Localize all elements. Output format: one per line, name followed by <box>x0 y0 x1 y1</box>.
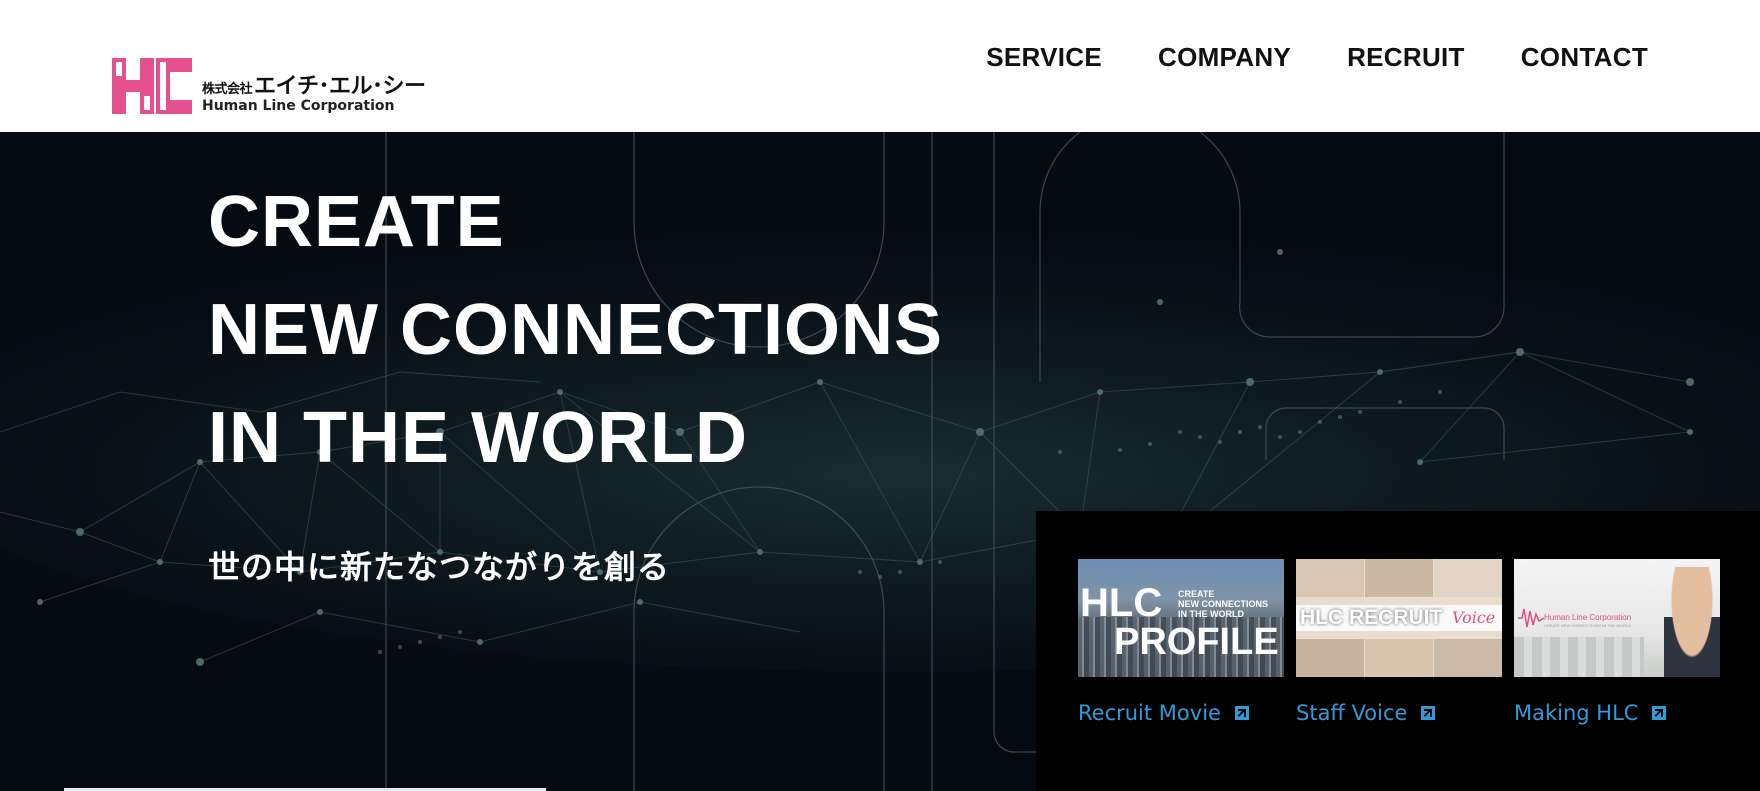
video-thumbnail-recruit-movie[interactable]: HLC CREATE NEW CONNECTIONS IN THE WORLD … <box>1078 559 1284 677</box>
person-photo <box>1664 567 1720 677</box>
logo-japanese-name: 株式会社エイチ･エル･シー <box>202 74 426 99</box>
external-link-icon <box>1234 706 1249 720</box>
thumb-brand-text: Human Line Corporation <box>1544 613 1632 622</box>
video-thumbnail-making-hlc[interactable]: Human Line Corporation CREATE NEW CONNEC… <box>1514 559 1720 677</box>
staff-voice-link[interactable]: Staff Voice <box>1296 701 1502 725</box>
hero-headline-line: CREATE <box>208 182 505 262</box>
external-link-icon <box>1652 706 1667 720</box>
staff-photo <box>1434 639 1502 677</box>
thumb-hlc-recruit-text: HLC RECRUIT <box>1300 606 1443 629</box>
hero-headline-line: IN THE WORLD <box>208 398 748 478</box>
staff-photo <box>1296 559 1364 597</box>
hero-subtitle: 世の中に新たなつながりを創る <box>208 548 671 586</box>
recruit-movie-link[interactable]: Recruit Movie <box>1078 701 1284 725</box>
sound-wave-icon <box>1518 608 1544 628</box>
logo-english-name: Human Line Corporation <box>202 98 395 114</box>
video-thumbnail-staff-voice[interactable]: HLC RECRUIT Voice <box>1296 559 1502 677</box>
main-nav: SERVICE COMPANY RECRUIT CONTACT <box>930 42 1648 73</box>
hero-headline-line: NEW CONNECTIONS <box>208 290 943 370</box>
nav-service[interactable]: SERVICE <box>986 42 1102 73</box>
nav-recruit[interactable]: RECRUIT <box>1347 42 1465 73</box>
external-link-icon <box>1421 706 1436 720</box>
video-card-staff-voice: HLC RECRUIT Voice Staff Voice <box>1296 559 1502 725</box>
hero-headline: CREATE NEW CONNECTIONS IN THE WORLD <box>208 168 943 492</box>
staff-photo <box>1365 639 1433 677</box>
site-header: 株式会社エイチ･エル･シー Human Line Corporation SER… <box>0 0 1760 132</box>
buildings-image <box>1514 637 1644 677</box>
video-card-making-hlc: Human Line Corporation CREATE NEW CONNEC… <box>1514 559 1720 725</box>
thumb-tagline: CREATE NEW CONNECTIONS IN THE WORLD <box>1178 589 1268 619</box>
video-links-panel: HLC CREATE NEW CONNECTIONS IN THE WORLD … <box>1036 511 1760 791</box>
staff-photo <box>1434 559 1502 597</box>
staff-photo <box>1296 639 1364 677</box>
hero-section: CREATE NEW CONNECTIONS IN THE WORLD 世の中に… <box>0 132 1760 791</box>
nav-contact[interactable]: CONTACT <box>1521 42 1648 73</box>
hlc-logo-icon <box>112 58 192 114</box>
company-logo[interactable]: 株式会社エイチ･エル･シー Human Line Corporation <box>112 58 426 116</box>
making-hlc-link[interactable]: Making HLC <box>1514 701 1720 725</box>
thumb-hlc-text: HLC <box>1080 581 1163 625</box>
video-card-recruit-movie: HLC CREATE NEW CONNECTIONS IN THE WORLD … <box>1078 559 1284 725</box>
staff-photo <box>1365 559 1433 597</box>
thumb-profile-text: PROFILE <box>1114 621 1279 663</box>
thumb-voice-text: Voice <box>1452 608 1496 627</box>
thumb-tagline-text: CREATE NEW CONNECTIONS IN THE WORLD <box>1544 623 1632 628</box>
nav-company[interactable]: COMPANY <box>1158 42 1291 73</box>
